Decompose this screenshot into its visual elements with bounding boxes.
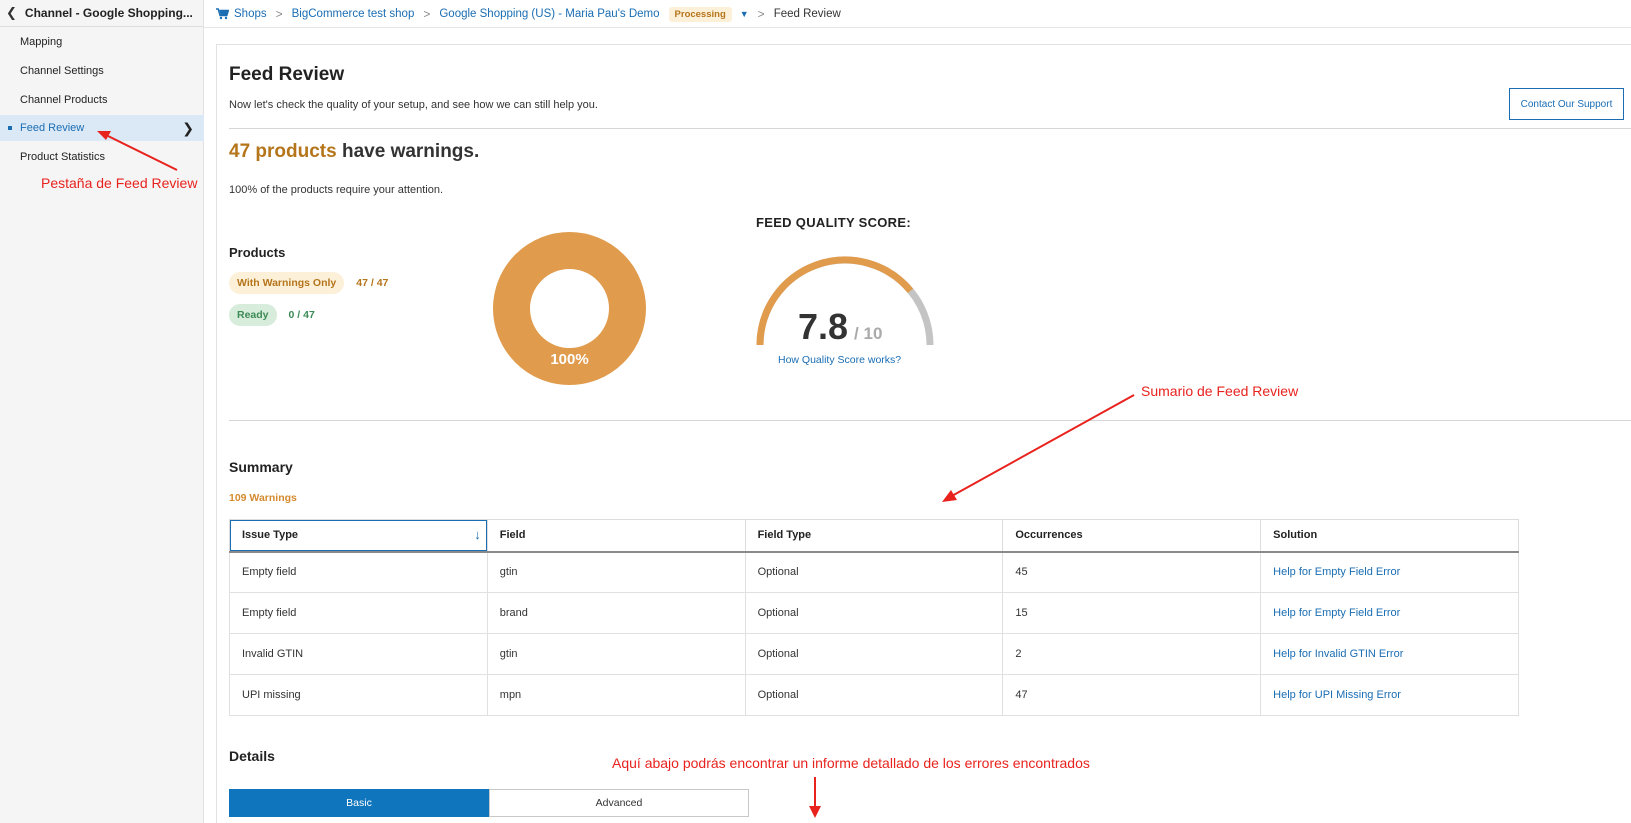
- field-cell: mpn: [486, 674, 746, 716]
- score-value: 7.8: [798, 306, 849, 347]
- feed-quality-label: FEED QUALITY SCORE:: [756, 215, 911, 230]
- products-label: Products: [229, 245, 286, 260]
- summary-table: Issue Type ↓ Field Field Type Occurrence…: [229, 519, 1519, 716]
- breadcrumb-shops[interactable]: Shops: [234, 8, 267, 20]
- sidebar-header-title: Channel - Google Shopping...: [24, 6, 193, 20]
- annotation-details: Aquí abajo podrás encontrar un informe d…: [612, 755, 1090, 771]
- column-header-field-type[interactable]: Field Type: [744, 519, 1004, 553]
- field-type-cell: Optional: [744, 633, 1004, 675]
- chevron-right-icon: ❯: [182, 120, 194, 136]
- annotation-summary: Sumario de Feed Review: [1141, 383, 1299, 399]
- annotation-feed-review-tab: Pestaña de Feed Review: [41, 175, 198, 191]
- sidebar-item-label: Channel Products: [20, 94, 108, 106]
- sidebar-item-mapping[interactable]: Mapping: [0, 29, 204, 55]
- caret-down-icon[interactable]: ▼: [740, 9, 749, 19]
- issue-type-cell: Empty field: [229, 592, 488, 634]
- products-donut-chart: 100%: [493, 232, 646, 385]
- breadcrumb-shop[interactable]: BigCommerce test shop: [292, 8, 415, 20]
- sidebar-item-label: Channel Settings: [20, 65, 104, 77]
- sidebar-item-label: Product Statistics: [20, 151, 105, 163]
- sort-down-icon[interactable]: ↓: [474, 527, 481, 542]
- contact-support-button[interactable]: Contact Our Support: [1509, 88, 1624, 120]
- tab-advanced[interactable]: Advanced: [489, 789, 749, 817]
- donut-slice-with-warnings-only: [493, 232, 646, 385]
- page-subtitle: Now let's check the quality of your setu…: [229, 99, 598, 111]
- filter-ready[interactable]: Ready 0 / 47: [229, 304, 315, 326]
- occurrences-cell: 45: [1002, 551, 1262, 593]
- solution-link[interactable]: Help for Invalid GTIN Error: [1260, 633, 1519, 675]
- column-header-label: Issue Type: [242, 529, 299, 542]
- quality-score: 7.8 / 10: [798, 306, 882, 348]
- score-max: / 10: [854, 324, 883, 343]
- tab-basic[interactable]: Basic: [229, 789, 489, 817]
- page-title: Feed Review: [229, 64, 345, 85]
- column-header-issue-type[interactable]: Issue Type ↓: [229, 519, 488, 553]
- sidebar-header[interactable]: ❮ Channel - Google Shopping...: [0, 0, 203, 27]
- summary-warnings-count: 109 Warnings: [229, 492, 297, 504]
- issue-type-cell: UPI missing: [229, 674, 488, 716]
- ready-count: 0 / 47: [288, 309, 315, 321]
- status-badge: Processing: [668, 6, 732, 22]
- field-cell: gtin: [486, 633, 746, 675]
- sidebar-item-label: Feed Review: [20, 122, 85, 134]
- breadcrumb-separator: >: [757, 7, 765, 21]
- column-header-field[interactable]: Field: [486, 519, 746, 553]
- sidebar-item-label: Mapping: [20, 36, 63, 48]
- warnings-headline: 47 products have warnings.: [229, 141, 479, 163]
- field-cell: gtin: [486, 551, 746, 593]
- quality-score-help-link[interactable]: How Quality Score works?: [778, 354, 901, 366]
- active-dot-icon: [8, 126, 12, 130]
- sidebar-item-feed-review[interactable]: Feed Review ❯: [0, 115, 204, 141]
- warnings-count: 47 products: [229, 141, 337, 162]
- sidebar-item-channel-products[interactable]: Channel Products: [0, 87, 204, 113]
- table-row: Empty field gtin Optional 45 Help for Em…: [229, 551, 1519, 593]
- sidebar-item-channel-settings[interactable]: Channel Settings: [0, 58, 204, 84]
- attention-text: 100% of the products require your attent…: [229, 184, 444, 196]
- header-divider: [204, 27, 1631, 28]
- occurrences-cell: 15: [1002, 592, 1262, 634]
- field-type-cell: Optional: [744, 674, 1004, 716]
- occurrences-cell: 47: [1002, 674, 1262, 716]
- breadcrumb-current: Feed Review: [773, 8, 841, 20]
- details-title: Details: [229, 748, 275, 764]
- column-header-occurrences[interactable]: Occurrences: [1002, 519, 1262, 553]
- solution-link[interactable]: Help for UPI Missing Error: [1260, 674, 1519, 716]
- details-view-toggle: Basic Advanced: [229, 789, 749, 817]
- ready-pill[interactable]: Ready: [229, 304, 277, 326]
- table-row: Empty field brand Optional 15 Help for E…: [229, 592, 1519, 634]
- solution-link[interactable]: Help for Empty Field Error: [1260, 551, 1519, 593]
- breadcrumb-channel[interactable]: Google Shopping (US) - Maria Pau's Demo: [439, 8, 659, 20]
- field-type-cell: Optional: [744, 592, 1004, 634]
- divider: [229, 420, 1631, 421]
- table-row: UPI missing mpn Optional 47 Help for UPI…: [229, 674, 1519, 716]
- occurrences-cell: 2: [1002, 633, 1262, 675]
- cart-icon: [216, 8, 229, 20]
- table-row: Invalid GTIN gtin Optional 2 Help for In…: [229, 633, 1519, 675]
- summary-title: Summary: [229, 459, 293, 475]
- breadcrumb-separator: >: [423, 7, 431, 21]
- column-header-solution[interactable]: Solution: [1260, 519, 1519, 553]
- field-type-cell: Optional: [744, 551, 1004, 593]
- issue-type-cell: Invalid GTIN: [229, 633, 488, 675]
- filter-with-warnings[interactable]: With Warnings Only 47 / 47: [229, 272, 388, 294]
- sidebar-item-product-statistics[interactable]: Product Statistics: [0, 144, 204, 170]
- sidebar: ❮ Channel - Google Shopping... Mapping C…: [0, 0, 204, 823]
- breadcrumb-separator: >: [275, 7, 283, 21]
- chevron-left-icon[interactable]: ❮: [6, 5, 17, 21]
- breadcrumb: Shops > BigCommerce test shop > Google S…: [216, 5, 841, 23]
- with-warnings-pill[interactable]: With Warnings Only: [229, 272, 345, 294]
- with-warnings-count: 47 / 47: [356, 277, 389, 289]
- donut-center-label: 100%: [550, 351, 588, 368]
- field-cell: brand: [486, 592, 746, 634]
- issue-type-cell: Empty field: [229, 551, 488, 593]
- divider: [229, 128, 1631, 129]
- solution-link[interactable]: Help for Empty Field Error: [1260, 592, 1519, 634]
- warnings-text: have warnings.: [341, 141, 480, 162]
- table-header-row: Issue Type ↓ Field Field Type Occurrence…: [229, 519, 1519, 553]
